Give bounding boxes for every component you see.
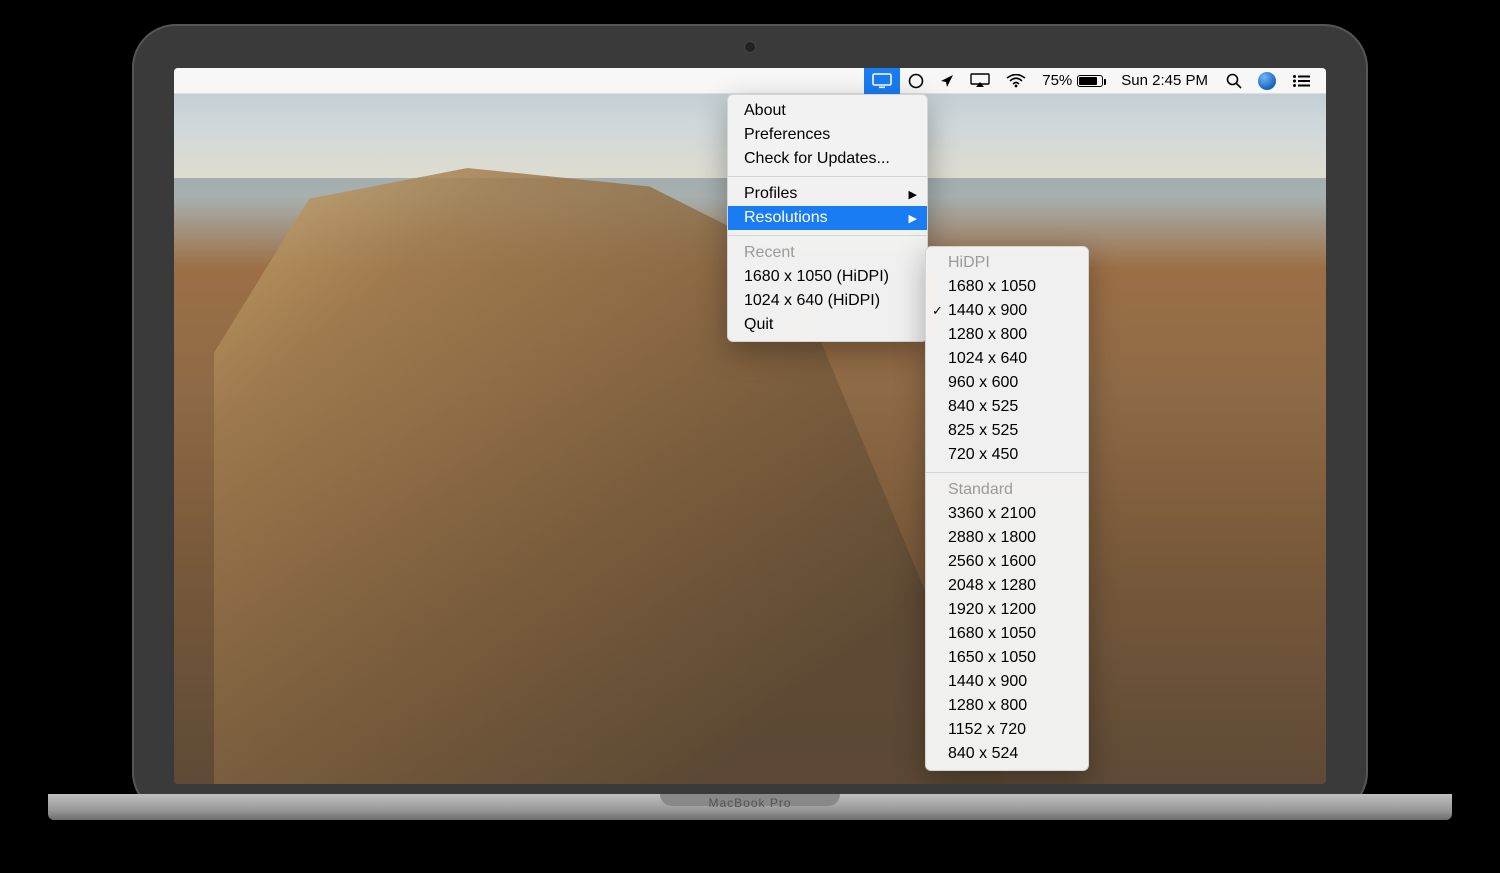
laptop-model-label: MacBook Pro	[48, 796, 1452, 810]
resolution-label: 1440 x 900	[948, 673, 1027, 691]
menu-separator	[728, 235, 927, 236]
resolution-option[interactable]: 2560 x 1600	[926, 550, 1088, 574]
resolution-label: 840 x 524	[948, 745, 1018, 763]
resolution-option[interactable]: 840 x 524	[926, 742, 1088, 766]
resolution-label: 2048 x 1280	[948, 577, 1036, 595]
airplay-icon[interactable]	[962, 68, 998, 94]
menubar-clock[interactable]: Sun 2:45 PM	[1111, 68, 1218, 94]
resolution-option[interactable]: 1920 x 1200	[926, 598, 1088, 622]
battery-percent-label: 75%	[1042, 72, 1074, 89]
battery-status[interactable]: 75%	[1034, 68, 1111, 94]
resolution-label: 1280 x 800	[948, 326, 1027, 344]
resolution-option[interactable]: 1152 x 720	[926, 718, 1088, 742]
menubar: 75% Sun 2:45 PM	[174, 68, 1326, 94]
menu-quit[interactable]: Quit	[728, 313, 927, 337]
laptop-frame: 75% Sun 2:45 PM About Preferences Check …	[132, 24, 1368, 816]
resolution-option[interactable]: 3360 x 2100	[926, 502, 1088, 526]
wifi-icon[interactable]	[998, 68, 1034, 94]
resolution-label: 1680 x 1050	[948, 278, 1036, 296]
resolution-option[interactable]: 960 x 600	[926, 371, 1088, 395]
notification-center-icon[interactable]	[1284, 68, 1318, 94]
chevron-right-icon: ▶	[909, 188, 917, 201]
resolution-label: 1920 x 1200	[948, 601, 1036, 619]
resolution-option[interactable]: 1440 x 900	[926, 670, 1088, 694]
display-menu-icon[interactable]	[864, 68, 900, 94]
menu-profiles[interactable]: Profiles ▶	[728, 182, 927, 206]
checkmark-icon: ✓	[932, 303, 943, 319]
battery-icon	[1077, 75, 1103, 87]
chevron-right-icon: ▶	[909, 212, 917, 225]
menu-separator	[926, 472, 1088, 473]
resolution-label: 2880 x 1800	[948, 529, 1036, 547]
resolution-label: 3360 x 2100	[948, 505, 1036, 523]
resolution-label: 1680 x 1050	[948, 625, 1036, 643]
resolution-option[interactable]: 1650 x 1050	[926, 646, 1088, 670]
camera-dot	[745, 42, 755, 52]
resolution-label: 1152 x 720	[948, 721, 1026, 739]
submenu-hidpi-header: HiDPI	[926, 251, 1088, 275]
resolution-option[interactable]: 720 x 450	[926, 443, 1088, 467]
resolution-label: 1280 x 800	[948, 697, 1027, 715]
menu-profiles-label: Profiles	[744, 185, 797, 203]
menu-resolutions-label: Resolutions	[744, 209, 828, 227]
location-icon[interactable]	[932, 68, 962, 94]
menu-recent-item[interactable]: 1024 x 640 (HiDPI)	[728, 289, 927, 313]
resolution-label: 1024 x 640	[948, 350, 1027, 368]
desktop[interactable]: 75% Sun 2:45 PM About Preferences Check …	[174, 68, 1326, 784]
spotlight-icon[interactable]	[1218, 68, 1250, 94]
user-globe-icon[interactable]	[1250, 68, 1284, 94]
menu-resolutions[interactable]: Resolutions ▶	[728, 206, 927, 230]
resolution-label: 825 x 525	[948, 422, 1018, 440]
menubar-circle-icon[interactable]	[900, 68, 932, 94]
resolution-option[interactable]: 1680 x 1050	[926, 622, 1088, 646]
resolution-option[interactable]: 1024 x 640	[926, 347, 1088, 371]
display-app-menu: About Preferences Check for Updates... P…	[727, 94, 928, 342]
submenu-standard-header: Standard	[926, 478, 1088, 502]
laptop-base: MacBook Pro	[48, 794, 1452, 820]
resolution-label: 840 x 525	[948, 398, 1018, 416]
resolution-label: 960 x 600	[948, 374, 1018, 392]
resolution-label: 720 x 450	[948, 446, 1018, 464]
menu-separator	[728, 176, 927, 177]
menu-preferences[interactable]: Preferences	[728, 123, 927, 147]
menu-recent-header: Recent	[728, 241, 927, 265]
laptop-shadow	[60, 820, 1440, 850]
resolution-label: 1650 x 1050	[948, 649, 1036, 667]
resolution-option[interactable]: ✓ 1440 x 900	[926, 299, 1088, 323]
resolution-option[interactable]: 1280 x 800	[926, 323, 1088, 347]
resolution-label: 1440 x 900	[948, 302, 1027, 320]
resolution-label: 2560 x 1600	[948, 553, 1036, 571]
resolution-option[interactable]: 1280 x 800	[926, 694, 1088, 718]
resolution-option[interactable]: 2880 x 1800	[926, 526, 1088, 550]
menu-check-updates[interactable]: Check for Updates...	[728, 147, 927, 171]
resolution-option[interactable]: 825 x 525	[926, 419, 1088, 443]
menu-about[interactable]: About	[728, 99, 927, 123]
resolution-option[interactable]: 2048 x 1280	[926, 574, 1088, 598]
resolution-option[interactable]: 1680 x 1050	[926, 275, 1088, 299]
resolutions-submenu: HiDPI 1680 x 1050 ✓ 1440 x 900 1280 x 800 10…	[925, 246, 1089, 771]
resolution-option[interactable]: 840 x 525	[926, 395, 1088, 419]
menu-recent-item[interactable]: 1680 x 1050 (HiDPI)	[728, 265, 927, 289]
